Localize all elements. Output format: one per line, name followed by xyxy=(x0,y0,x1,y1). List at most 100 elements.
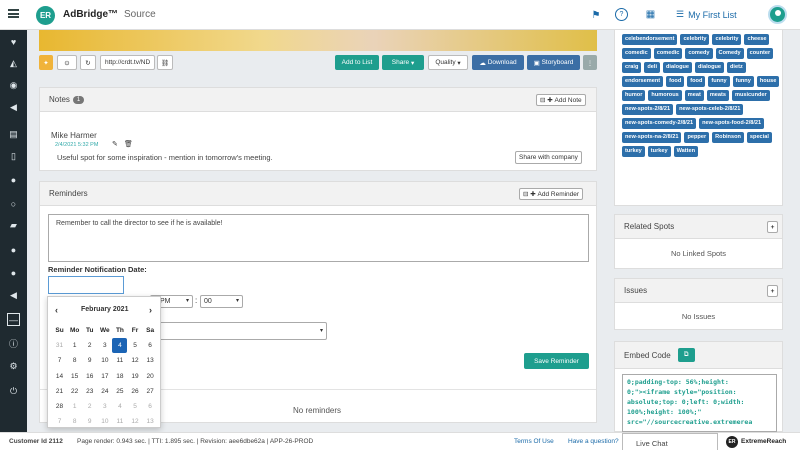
calendar-day[interactable]: 10 xyxy=(97,353,112,368)
tag-chip[interactable]: deli xyxy=(644,62,661,73)
document-icon[interactable]: ▯ xyxy=(7,150,20,163)
calendar-day[interactable]: 6 xyxy=(143,338,158,353)
calendar-day[interactable]: 15 xyxy=(67,369,82,384)
calendar-day[interactable]: 19 xyxy=(127,369,142,384)
short-url-field[interactable]: http://crdt.tv/ND xyxy=(100,55,155,70)
calendar-day[interactable]: 4 xyxy=(112,399,127,414)
question-link[interactable]: Have a question? xyxy=(568,438,619,445)
add-related-spot-button[interactable]: + xyxy=(767,221,778,233)
bell-icon[interactable]: ◭ xyxy=(7,57,20,70)
terms-link[interactable]: Terms Of Use xyxy=(514,438,554,445)
storyboard-button[interactable]: ▣ Storyboard xyxy=(527,55,580,70)
heart-icon[interactable]: ♥ xyxy=(7,35,20,48)
copy-link-button[interactable]: ⛓ xyxy=(157,55,173,70)
minutes-select[interactable]: 00 ▾ xyxy=(200,295,243,308)
add-reminder-button[interactable]: ⊟ ✚ Add Reminder xyxy=(519,188,584,200)
folder-icon[interactable]: ▰ xyxy=(7,219,20,232)
logout-icon[interactable]: ⏻ xyxy=(7,385,20,398)
tag-chip[interactable]: new-spots-celeb-2/8/21 xyxy=(676,104,744,115)
my-list-link[interactable]: ☰ My First List xyxy=(676,9,737,20)
calendar-day[interactable]: 4 xyxy=(112,338,128,354)
tag-chip[interactable]: craig xyxy=(622,62,642,73)
tag-chip[interactable]: dietz xyxy=(727,62,746,73)
tag-chip[interactable]: new-spots-food-2/8/21 xyxy=(699,118,765,129)
edit-note-icon[interactable]: ✎ xyxy=(112,140,118,148)
calendar-day[interactable]: 5 xyxy=(127,338,142,353)
reminder-recipient-select[interactable]: ▾ xyxy=(150,322,327,340)
tag-chip[interactable]: celebrity xyxy=(712,34,742,45)
tag-chip[interactable]: endorsement xyxy=(622,76,664,87)
calendar-day[interactable]: 1 xyxy=(67,338,82,353)
calendar-day[interactable]: 5 xyxy=(127,399,142,414)
flag-icon[interactable]: ⚑ xyxy=(590,9,602,21)
embed-code-box[interactable]: 0;padding-top: 56%;height: 0;"><iframe s… xyxy=(622,374,777,432)
calendar-day[interactable]: 7 xyxy=(52,414,67,429)
tag-chip[interactable]: new-spots-comedy-2/8/21 xyxy=(622,118,697,129)
calendar-day[interactable]: 22 xyxy=(67,384,82,399)
save-reminder-button[interactable]: Save Reminder xyxy=(524,353,589,369)
reminder-textarea[interactable]: Remember to call the director to see if … xyxy=(48,214,589,262)
tag-chip[interactable]: new-spots-2/8/21 xyxy=(622,104,674,115)
add-to-list-button[interactable]: Add to List xyxy=(335,55,379,70)
user-icon[interactable]: ● xyxy=(7,243,20,256)
prev-month-icon[interactable]: ‹ xyxy=(55,305,58,315)
tag-chip[interactable]: meat xyxy=(684,90,704,101)
refresh-button[interactable]: ↻ xyxy=(80,55,96,70)
calendar-day[interactable]: 10 xyxy=(97,414,112,429)
copy-embed-button[interactable]: ⧉ xyxy=(677,348,695,362)
menu-icon[interactable] xyxy=(8,9,19,18)
calendar-day[interactable]: 8 xyxy=(67,353,82,368)
tag-chip[interactable]: celebrity xyxy=(680,34,710,45)
calendar-day[interactable]: 1 xyxy=(67,399,82,414)
calendar-day[interactable]: 3 xyxy=(97,399,112,414)
calendar-day[interactable]: 12 xyxy=(127,353,142,368)
calendar-day[interactable]: 23 xyxy=(82,384,97,399)
chat-icon[interactable]: ◉ xyxy=(7,79,20,92)
calendar-day[interactable]: 9 xyxy=(82,414,97,429)
calendar-day[interactable]: 28 xyxy=(52,399,67,414)
calendar-day[interactable]: 17 xyxy=(97,369,112,384)
app-logo[interactable]: ER xyxy=(36,6,55,25)
add-note-button[interactable]: ⊟ ✚ Add Note xyxy=(536,94,586,106)
bullhorn-icon[interactable]: ◀ xyxy=(7,289,20,302)
calendar-day[interactable]: 18 xyxy=(112,369,127,384)
tag-chip[interactable]: Comedy xyxy=(715,48,744,59)
calendar-day[interactable]: 11 xyxy=(112,414,127,429)
tag-chip[interactable]: food xyxy=(666,76,685,87)
delete-note-icon[interactable]: 🗑 xyxy=(124,140,133,148)
tag-chip[interactable]: pepper xyxy=(684,132,710,143)
calendar-day[interactable]: 13 xyxy=(143,414,158,429)
more-options-button[interactable]: ⋮ xyxy=(583,55,597,70)
tag-chip[interactable]: musicunder xyxy=(732,90,770,101)
calendar-day[interactable]: 16 xyxy=(82,369,97,384)
calendar-day[interactable]: 25 xyxy=(112,384,127,399)
tag-chip[interactable]: counter xyxy=(746,48,774,59)
calendar-day[interactable]: 26 xyxy=(127,384,142,399)
calendar-day[interactable]: 6 xyxy=(143,399,158,414)
tag-chip[interactable]: humorous xyxy=(648,90,682,101)
calendar-day[interactable]: 7 xyxy=(52,353,67,368)
megaphone-icon[interactable]: ◀ xyxy=(7,101,20,114)
next-month-icon[interactable]: › xyxy=(149,305,152,315)
tag-chip[interactable]: dialogue xyxy=(663,62,693,73)
lightbulb-button[interactable]: ✦ xyxy=(39,55,53,70)
calendar-day[interactable]: 20 xyxy=(143,369,158,384)
link-rings-button[interactable]: ⊙ xyxy=(57,55,77,70)
tag-chip[interactable]: food xyxy=(687,76,706,87)
reminder-date-input[interactable] xyxy=(48,276,124,294)
help-icon[interactable]: ? xyxy=(615,8,628,21)
calendar-day[interactable]: 24 xyxy=(97,384,112,399)
person-icon[interactable]: ● xyxy=(7,266,20,279)
settings-icon[interactable]: ⚙ xyxy=(7,360,20,373)
calendar-day[interactable]: 31 xyxy=(52,338,67,353)
tag-chip[interactable]: new-spots-na-2/8/21 xyxy=(622,132,682,143)
tag-chip[interactable]: dialogue xyxy=(695,62,725,73)
window-icon[interactable]: — xyxy=(7,313,20,326)
calendar-day[interactable]: 14 xyxy=(52,369,67,384)
calendar-check-icon[interactable]: ▦ xyxy=(643,8,658,21)
calendar-day[interactable]: 27 xyxy=(143,384,158,399)
tag-chip[interactable]: special xyxy=(746,132,772,143)
tag-chip[interactable]: humor xyxy=(622,90,646,101)
circle-icon[interactable]: ○ xyxy=(7,197,20,210)
calendar-day[interactable]: 9 xyxy=(82,353,97,368)
